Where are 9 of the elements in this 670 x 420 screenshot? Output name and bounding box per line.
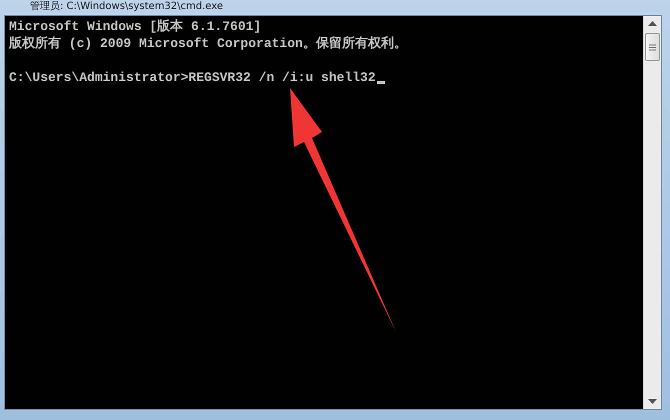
scroll-thumb[interactable]: [645, 33, 660, 61]
window-title: 管理员: C:\Windows\system32\cmd.exe: [30, 1, 224, 13]
console-line: 版权所有 (c) 2009 Microsoft Corporation。保留所有权利。: [9, 35, 407, 52]
console-line: Microsoft Windows [版本 6.1.7601]: [9, 18, 262, 35]
text-cursor: [376, 81, 385, 84]
scrollbar[interactable]: [643, 16, 661, 409]
console-line: C:\Users\Administrator>REGSVR32 /n /i:u shell32: [9, 69, 376, 86]
scroll-down-arrow-icon[interactable]: [648, 399, 657, 404]
scroll-up-arrow-icon[interactable]: [648, 21, 657, 26]
